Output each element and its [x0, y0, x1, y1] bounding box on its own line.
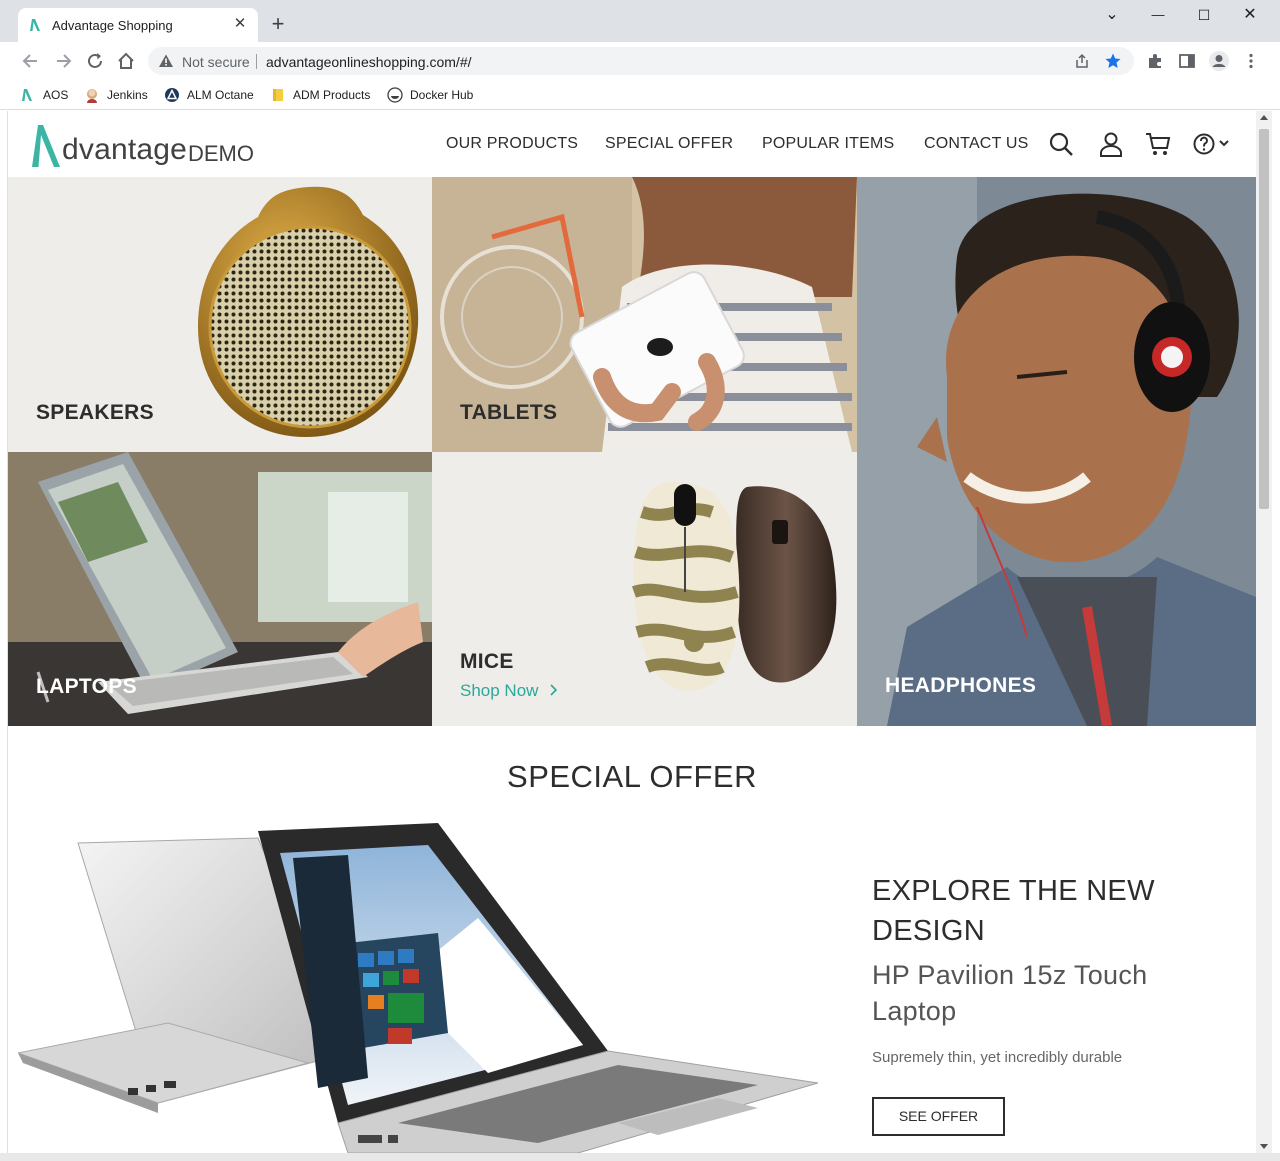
new-tab-button[interactable]: +	[268, 13, 288, 35]
bookmarks-bar: AOS Jenkins ALM Octane ADM Products Dock…	[0, 80, 1280, 110]
page-scrollbar[interactable]	[1256, 111, 1272, 1153]
category-tile-speakers[interactable]: SPEAKERS	[8, 177, 432, 452]
bookmark-docker-hub[interactable]: Docker Hub	[387, 85, 473, 105]
back-arrow-icon[interactable]	[20, 50, 42, 72]
bookmark-label: Docker Hub	[410, 88, 474, 102]
window-bottom-edge	[0, 1153, 1280, 1161]
shop-now-label: Shop Now	[460, 681, 539, 700]
nav-our-products[interactable]: OUR PRODUCTS	[446, 135, 578, 153]
octane-icon	[165, 88, 179, 102]
page-viewport: dvantage DEMO OUR PRODUCTS SPECIAL OFFER…	[8, 111, 1256, 1153]
share-icon[interactable]	[1074, 53, 1090, 69]
maximize-button[interactable]: ☐	[1190, 4, 1218, 26]
speaker-image	[198, 186, 419, 437]
category-label-mice: MICE	[460, 650, 514, 673]
bookmark-jenkins[interactable]: Jenkins	[84, 85, 148, 105]
browser-tabstrip: Advantage Shopping ✕ + ⌄ — ☐ ✕	[0, 0, 1280, 42]
browser-menu-icon[interactable]	[1242, 52, 1260, 70]
category-label-headphones: HEADPHONES	[885, 674, 1037, 697]
category-tile-mice[interactable]: MICE Shop Now	[432, 452, 857, 726]
category-label-laptops: LAPTOPS	[36, 675, 137, 698]
browser-tab[interactable]: Advantage Shopping ✕	[18, 8, 258, 42]
mice-image	[631, 482, 837, 691]
site-header: dvantage DEMO OUR PRODUCTS SPECIAL OFFER…	[8, 111, 1256, 177]
scroll-down-arrow-icon[interactable]	[1260, 1144, 1268, 1149]
nav-special-offer[interactable]: SPECIAL OFFER	[605, 135, 733, 153]
home-icon[interactable]	[115, 50, 137, 72]
forward-arrow-icon[interactable]	[52, 50, 74, 72]
tab-title: Advantage Shopping	[52, 18, 173, 33]
special-offer-title: SPECIAL OFFER	[507, 759, 757, 794]
chevron-right-icon	[550, 684, 558, 696]
headphones-image	[857, 177, 1256, 726]
cart-icon[interactable]	[1145, 131, 1171, 157]
aos-favicon-icon	[30, 19, 40, 31]
folder-icon	[273, 89, 283, 101]
scroll-thumb[interactable]	[1259, 129, 1269, 509]
browser-toolbar: Not secure advantageonlineshopping.com/#…	[0, 42, 1280, 80]
user-icon[interactable]	[1098, 131, 1124, 157]
address-bar[interactable]: Not secure advantageonlineshopping.com/#…	[148, 47, 1134, 75]
warning-icon	[159, 54, 173, 67]
bookmark-alm-octane[interactable]: ALM Octane	[164, 85, 254, 105]
help-icon[interactable]	[1193, 131, 1233, 157]
nav-popular-items[interactable]: POPULAR ITEMS	[762, 135, 894, 153]
logo-word: dvantage	[62, 133, 188, 166]
bookmark-label: ALM Octane	[187, 88, 254, 102]
window-right-edge	[1272, 111, 1280, 1161]
aos-logo-icon	[22, 89, 32, 101]
category-tile-laptops[interactable]: LAPTOPS	[8, 452, 432, 726]
special-offer-product-name: HP Pavilion 15z Touch Laptop	[872, 960, 1148, 1026]
extensions-icon[interactable]	[1146, 52, 1164, 70]
tab-search-button[interactable]: ⌄	[1098, 4, 1126, 26]
logo-demo: DEMO	[188, 141, 254, 166]
omnibox-divider	[256, 54, 257, 69]
category-tile-tablets[interactable]: TABLETS	[432, 177, 857, 452]
special-offer-description: Supremely thin, yet incredibly durable	[872, 1049, 1123, 1066]
side-panel-icon[interactable]	[1178, 52, 1196, 70]
jenkins-icon	[87, 89, 97, 103]
bookmark-label: AOS	[43, 88, 69, 102]
scroll-up-arrow-icon[interactable]	[1260, 115, 1268, 120]
bookmark-aos[interactable]: AOS	[20, 85, 68, 105]
window-close-button[interactable]: ✕	[1236, 4, 1264, 26]
reload-icon[interactable]	[84, 50, 106, 72]
advantage-logo-mark-icon	[32, 125, 60, 167]
advantage-logo[interactable]: dvantage DEMO	[30, 121, 260, 169]
tab-close-button[interactable]: ✕	[230, 14, 250, 34]
url-text[interactable]: advantageonlineshopping.com/#/	[266, 54, 472, 70]
bookmark-adm-products[interactable]: ADM Products	[270, 85, 370, 105]
hp-pavilion-laptop-image	[18, 823, 818, 1153]
category-label-speakers: SPEAKERS	[36, 401, 154, 424]
bookmark-star-icon[interactable]	[1104, 52, 1122, 70]
shop-now-link[interactable]: Shop Now	[460, 681, 559, 701]
search-icon[interactable]	[1048, 131, 1074, 157]
profile-avatar-icon[interactable]	[1208, 50, 1230, 72]
nav-contact-us[interactable]: CONTACT US	[924, 135, 1029, 153]
window-left-edge	[0, 111, 8, 1153]
minimize-button[interactable]: —	[1144, 4, 1172, 26]
category-tile-headphones[interactable]: HEADPHONES	[857, 177, 1256, 726]
special-offer-headline: EXPLORE THE NEW DESIGN	[872, 875, 1155, 947]
security-label[interactable]: Not secure	[182, 54, 250, 70]
bookmark-label: Jenkins	[107, 88, 148, 102]
bookmark-label: ADM Products	[293, 88, 371, 102]
see-offer-button[interactable]: SEE OFFER	[872, 1097, 1005, 1136]
docker-icon	[387, 87, 403, 103]
category-label-tablets: TABLETS	[460, 401, 558, 424]
